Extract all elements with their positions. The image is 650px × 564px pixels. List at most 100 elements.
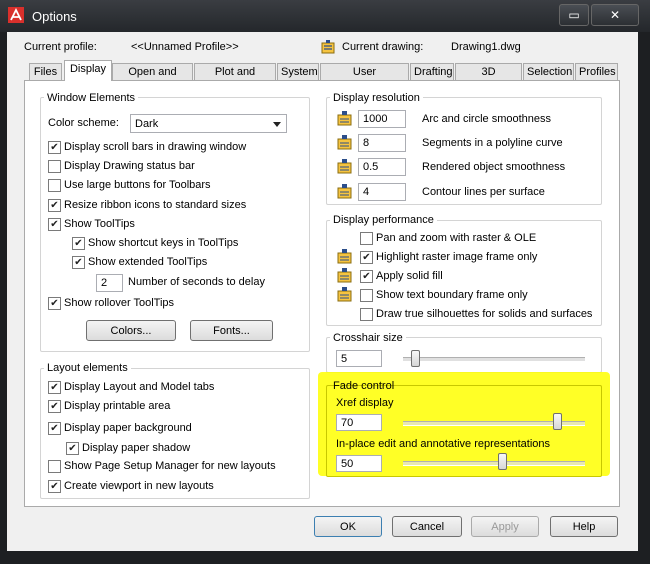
display-resolution-title: Display resolution <box>330 92 423 104</box>
cancel-button-label: Cancel <box>409 521 445 533</box>
window-title: Options <box>32 9 77 24</box>
apply-button-label: Apply <box>491 521 519 533</box>
checkbox-true-silhouettes[interactable] <box>360 308 373 321</box>
tab-system[interactable]: System <box>277 63 319 80</box>
inplace-edit-slider-track[interactable] <box>403 461 585 466</box>
arc-smoothness-input[interactable]: 1000 <box>358 110 406 128</box>
checkbox-label: Apply solid fill <box>376 270 443 282</box>
checkbox-large-buttons[interactable] <box>48 179 61 192</box>
checkbox-show-tooltips[interactable]: ✔ <box>48 218 61 231</box>
checkbox-apply-solid-fill[interactable]: ✔ <box>360 270 373 283</box>
checkbox-label: Display paper shadow <box>82 442 191 454</box>
color-scheme-select[interactable]: Dark <box>130 114 287 133</box>
checkbox-shortcut-keys[interactable]: ✔ <box>72 237 85 250</box>
color-scheme-value: Dark <box>135 118 159 130</box>
contour-lines-value: 4 <box>363 186 370 198</box>
checkbox-resize-ribbon-icons[interactable]: ✔ <box>48 199 61 212</box>
polyline-segments-label: Segments in a polyline curve <box>422 137 563 149</box>
xref-display-slider-thumb[interactable] <box>553 413 563 430</box>
rendered-smoothness-value: 0.5 <box>363 161 379 173</box>
drawing-setting-icon <box>337 184 352 199</box>
tooltip-delay-input[interactable]: 2 <box>96 274 123 292</box>
help-button[interactable]: Help <box>550 516 618 537</box>
checkbox-label: Create viewport in new layouts <box>64 480 214 492</box>
checkbox-label: Draw true silhouettes for solids and sur… <box>376 308 593 320</box>
close-icon: ✕ <box>609 8 621 22</box>
rendered-smoothness-input[interactable]: 0.5 <box>358 158 406 176</box>
drawing-setting-icon <box>337 287 352 302</box>
current-profile-value: <<Unnamed Profile>> <box>131 41 239 53</box>
checkbox-paper-background[interactable]: ✔ <box>48 422 61 435</box>
tab-user-preferences[interactable]: User Preferences <box>320 63 409 94</box>
checkbox-layout-model-tabs[interactable]: ✔ <box>48 381 61 394</box>
contour-lines-input[interactable]: 4 <box>358 183 406 201</box>
checkbox-label: Use large buttons for Toolbars <box>64 179 211 191</box>
tab-label: Drafting <box>414 66 453 78</box>
checkbox-label: Display paper background <box>64 422 192 434</box>
checkbox-label: Resize ribbon icons to standard sizes <box>64 199 247 211</box>
crosshair-size-slider-thumb[interactable] <box>410 350 420 367</box>
cancel-button[interactable]: Cancel <box>392 516 462 537</box>
crosshair-size-value: 5 <box>341 353 348 365</box>
restore-button[interactable]: ▭ <box>559 4 589 26</box>
contour-lines-label: Contour lines per surface <box>422 186 545 198</box>
drawing-setting-icon <box>337 159 352 174</box>
tab-profiles[interactable]: Profiles <box>575 63 618 80</box>
help-button-label: Help <box>572 521 596 533</box>
checkbox-printable-area[interactable]: ✔ <box>48 400 61 413</box>
inplace-edit-input[interactable]: 50 <box>336 455 382 472</box>
drawing-file-icon <box>321 40 335 54</box>
tab-selection[interactable]: Selection <box>523 63 574 80</box>
color-scheme-label: Color scheme: <box>48 117 119 129</box>
colors-button[interactable]: Colors... <box>86 320 176 341</box>
checkbox-label: Display Drawing status bar <box>64 160 195 172</box>
colors-button-label: Colors... <box>110 325 152 337</box>
crosshair-size-input[interactable]: 5 <box>336 350 382 367</box>
window-elements-title: Window Elements <box>44 92 139 104</box>
tooltip-delay-label: Number of seconds to delay <box>128 276 265 288</box>
checkbox-label: Show text boundary frame only <box>376 289 528 301</box>
fonts-button[interactable]: Fonts... <box>190 320 273 341</box>
checkbox-text-boundary-frame[interactable] <box>360 289 373 302</box>
xref-display-input[interactable]: 70 <box>336 414 382 431</box>
checkbox-label: Display scroll bars in drawing window <box>64 141 247 153</box>
chevron-down-icon <box>273 122 281 127</box>
inplace-edit-value: 50 <box>341 458 354 470</box>
checkbox-highlight-raster-frame[interactable]: ✔ <box>360 251 373 264</box>
checkbox-drawing-status-bar[interactable] <box>48 160 61 173</box>
checkbox-pan-zoom-raster[interactable] <box>360 232 373 245</box>
tab-files[interactable]: Files <box>29 63 62 80</box>
checkbox-label: Show rollover ToolTips <box>64 297 175 309</box>
polyline-segments-value: 8 <box>363 137 370 149</box>
polyline-segments-input[interactable]: 8 <box>358 134 406 152</box>
checkbox-paper-shadow[interactable]: ✔ <box>66 442 79 455</box>
fade-control-title: Fade control <box>333 380 395 392</box>
close-button[interactable]: ✕ <box>591 4 639 26</box>
tab-display[interactable]: Display <box>64 60 112 81</box>
checkbox-rollover-tooltips[interactable]: ✔ <box>48 297 61 310</box>
drawing-setting-icon <box>337 111 352 126</box>
drawing-setting-icon <box>337 135 352 150</box>
inplace-edit-label: In-place edit and annotative representat… <box>336 438 551 450</box>
tab-open-and-save[interactable]: Open and Save <box>112 63 193 94</box>
xref-display-label: Xref display <box>336 397 394 409</box>
tab-3d-modeling[interactable]: 3D Modeling <box>455 63 522 94</box>
crosshair-size-slider-track[interactable] <box>403 357 585 362</box>
checkbox-label: Display printable area <box>64 400 171 412</box>
current-drawing-value: Drawing1.dwg <box>451 41 521 53</box>
checkbox-label: Show shortcut keys in ToolTips <box>88 237 239 249</box>
crosshair-size-title: Crosshair size <box>330 332 406 344</box>
tab-label: Files <box>33 66 58 78</box>
checkbox-extended-tooltips[interactable]: ✔ <box>72 256 85 269</box>
checkbox-label: Highlight raster image frame only <box>376 251 538 263</box>
display-performance-title: Display performance <box>330 214 437 226</box>
tab-drafting[interactable]: Drafting <box>410 63 454 80</box>
checkbox-scroll-bars[interactable]: ✔ <box>48 141 61 154</box>
checkbox-page-setup-manager[interactable] <box>48 460 61 473</box>
tab-plot-and-publish[interactable]: Plot and Publish <box>194 63 276 94</box>
ok-button[interactable]: OK <box>314 516 382 537</box>
checkbox-create-viewport[interactable]: ✔ <box>48 480 61 493</box>
inplace-edit-slider-thumb[interactable] <box>497 453 507 470</box>
apply-button[interactable]: Apply <box>471 516 539 537</box>
title-bar: Options ▭ ✕ <box>0 0 650 32</box>
